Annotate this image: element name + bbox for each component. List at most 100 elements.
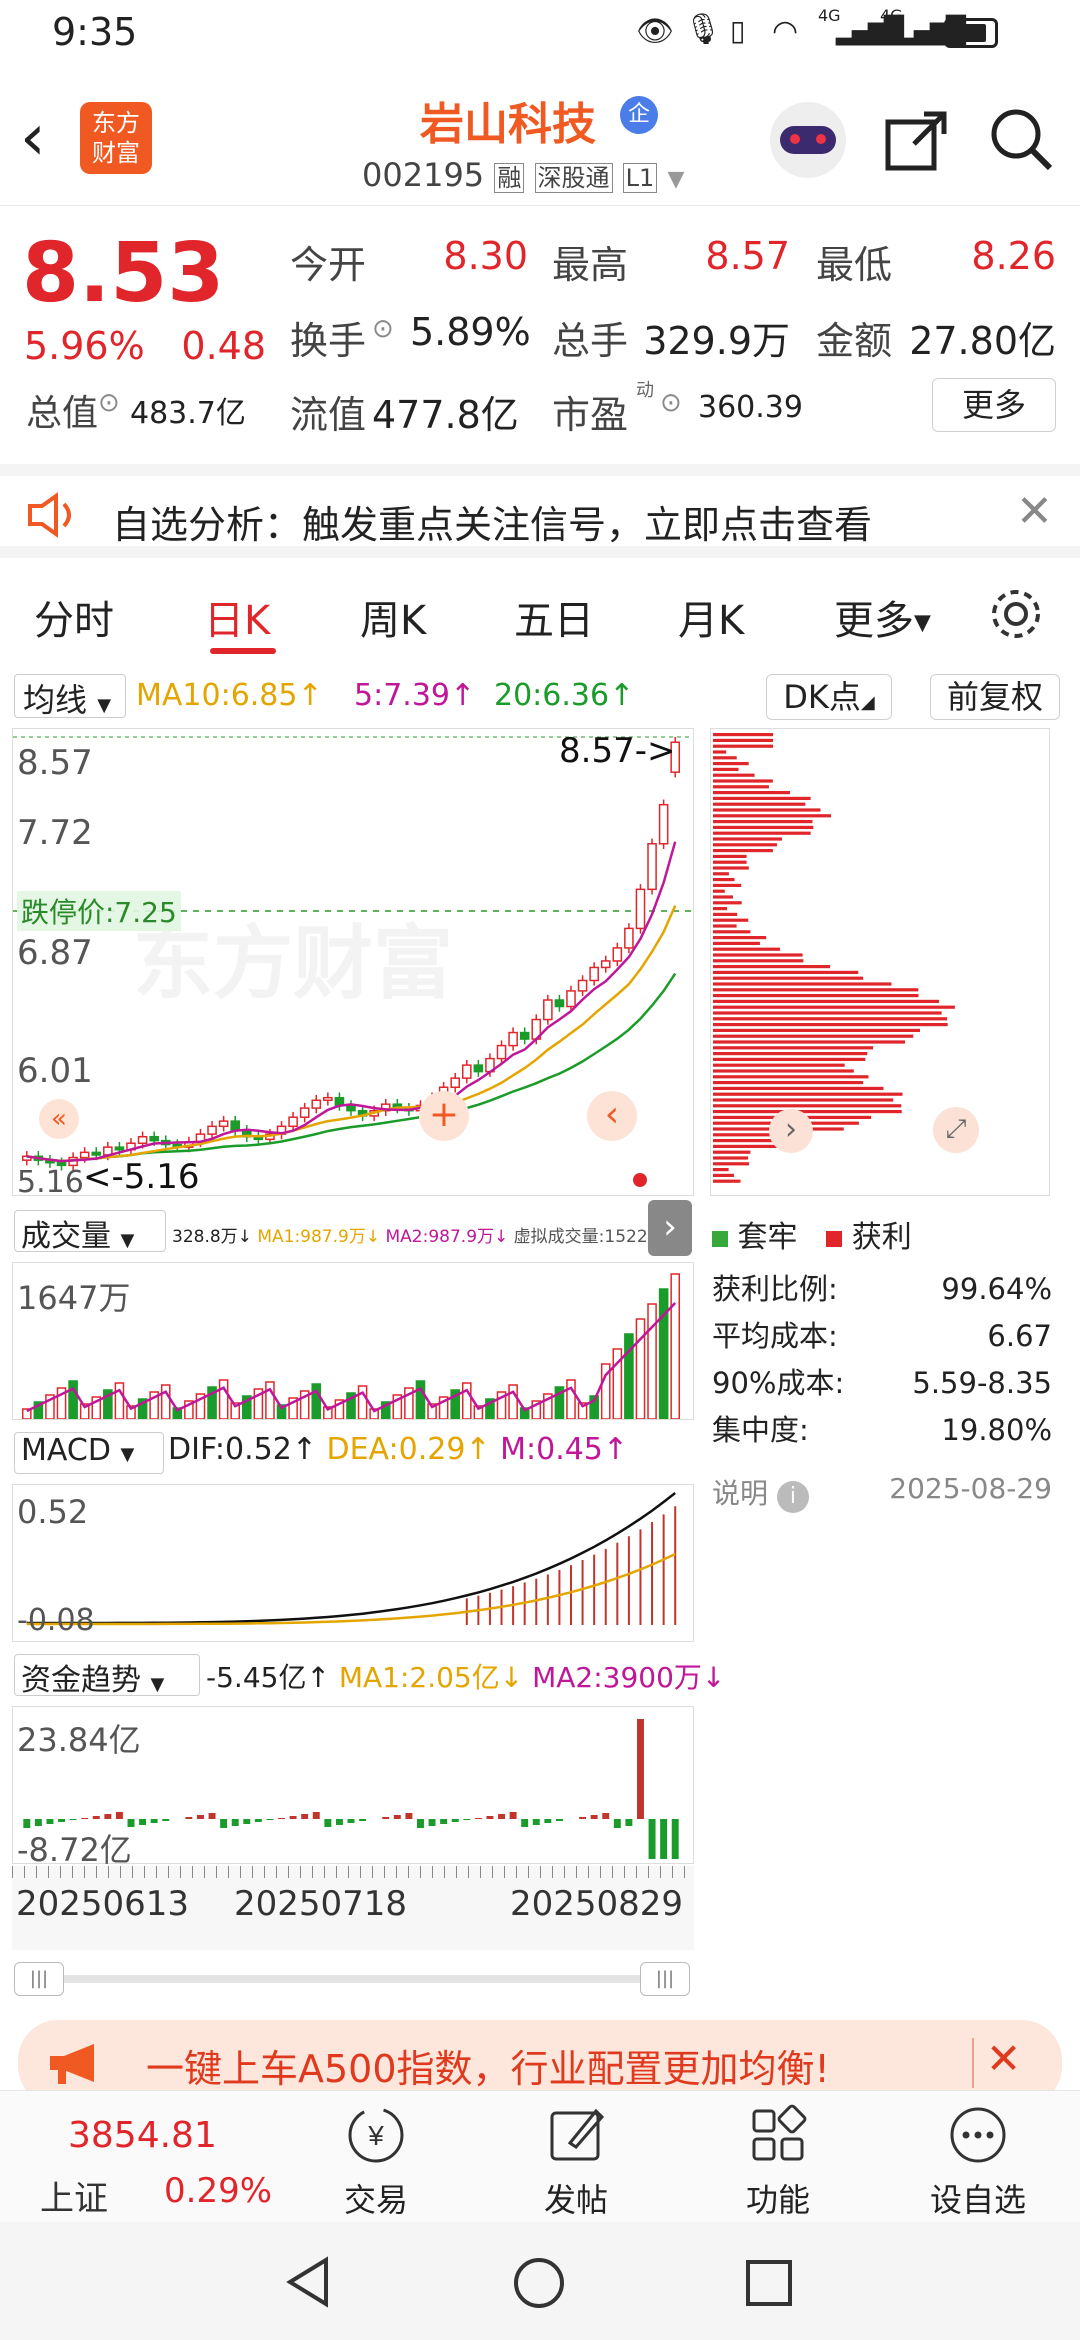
chip-bar xyxy=(713,907,728,911)
search-icon[interactable] xyxy=(988,106,1056,174)
chevron-right-icon[interactable]: › xyxy=(769,1109,813,1153)
volume-bar xyxy=(357,1385,368,1420)
crosshair-icon[interactable]: + xyxy=(419,1091,469,1141)
tab-more[interactable]: 更多▼ xyxy=(834,588,931,646)
fund-bar xyxy=(544,1819,552,1823)
svg-text:¥: ¥ xyxy=(367,2120,384,2151)
macd-selector[interactable]: MACD ▼ xyxy=(14,1432,164,1474)
close-icon[interactable]: ✕ xyxy=(986,2034,1021,2083)
chip-bar xyxy=(713,1092,903,1096)
fund-bar xyxy=(405,1813,413,1819)
tab-intraday[interactable]: 分时 xyxy=(34,588,114,646)
pe-dynamic-mark: 动 xyxy=(636,380,654,401)
high-label: 最高 xyxy=(552,243,629,287)
macd-dea-line xyxy=(26,1552,676,1626)
volume-label: 总手 xyxy=(552,319,629,363)
info-icon[interactable]: ⊙ xyxy=(98,388,120,418)
nav-post[interactable]: 发帖 xyxy=(496,2091,656,2223)
volume-bar xyxy=(508,1384,518,1420)
chip-bar xyxy=(713,773,755,777)
chip-bar xyxy=(713,965,831,969)
nav-watchlist[interactable]: 设自选 xyxy=(898,2091,1058,2223)
range-handle-left[interactable]: ||| xyxy=(14,1962,64,1996)
close-icon[interactable]: ✕ xyxy=(1016,486,1053,537)
float-label: 流值 xyxy=(290,393,367,437)
index-value[interactable]: 3854.81 xyxy=(68,2115,217,2156)
min-marker: <-5.16 xyxy=(83,1157,200,1197)
more-button[interactable]: 更多 xyxy=(932,378,1056,432)
legend-profit: 获利 xyxy=(851,1220,912,1255)
ai-assistant-avatar[interactable] xyxy=(770,102,846,178)
open-label: 今开 xyxy=(290,243,367,287)
stock-name[interactable]: 岩山科技 xyxy=(420,88,596,152)
chip-bar xyxy=(713,843,777,847)
wifi-icon: ◠ xyxy=(772,14,799,49)
info-icon[interactable]: ⊙ xyxy=(372,314,394,344)
fund-chart[interactable]: 23.84亿 -8.72亿 xyxy=(12,1706,694,1869)
chip-distribution[interactable]: › ⤢ xyxy=(710,728,1050,1196)
chip-bar xyxy=(713,872,729,876)
change-percent: 5.96% xyxy=(24,324,145,368)
candle-body xyxy=(461,1064,472,1079)
tab-monthly-k[interactable]: 月K xyxy=(678,588,744,646)
back-triangle-icon[interactable] xyxy=(282,2256,334,2308)
chip-bar xyxy=(713,1057,866,1061)
range-handle-right[interactable]: ||| xyxy=(640,1962,690,1996)
tab-daily-k[interactable]: 日K xyxy=(204,588,270,646)
fund-bar xyxy=(555,1819,563,1821)
info-icon[interactable]: ⊙ xyxy=(660,388,682,418)
macd-chart[interactable]: 0.52 -0.08 xyxy=(12,1484,694,1642)
expand-icon[interactable]: ⤢ xyxy=(933,1107,979,1153)
index-percent[interactable]: 0.29% xyxy=(164,2171,272,2211)
share-icon[interactable] xyxy=(884,108,950,174)
macd-m: M:0.45↑ xyxy=(500,1432,629,1467)
range-slider[interactable]: ||| ||| xyxy=(14,1958,690,1998)
chip-bar xyxy=(713,860,747,864)
volume-bar xyxy=(461,1382,472,1420)
candle-body xyxy=(149,1135,159,1142)
scroll-left-icon[interactable]: ‹ xyxy=(587,1091,637,1141)
back-icon[interactable]: ‹ xyxy=(20,106,46,170)
tab-weekly-k[interactable]: 周K xyxy=(360,588,426,646)
nav-function[interactable]: 功能 xyxy=(698,2091,858,2223)
chip-bar xyxy=(713,1052,868,1056)
chip-bar xyxy=(713,1040,906,1044)
last-price: 8.53 xyxy=(22,226,225,321)
recents-square-icon[interactable] xyxy=(744,2258,794,2308)
nav-function-label: 功能 xyxy=(745,2181,810,2219)
fund-trend-selector[interactable]: 资金趋势 ▼ xyxy=(14,1654,200,1698)
low-value: 8.26 xyxy=(971,234,1056,278)
macd-top-label: 0.52 xyxy=(17,1493,89,1531)
adjust-button[interactable]: 前复权 xyxy=(930,674,1060,720)
candle-body xyxy=(137,1135,148,1144)
chip-bar xyxy=(713,785,769,789)
chip-bar xyxy=(713,849,773,853)
analysis-notice[interactable]: 自选分析：触发重点关注信号，立即点击查看 ✕ xyxy=(0,464,1080,558)
nav-trade[interactable]: ¥ 交易 xyxy=(296,2091,456,2223)
fund-bar xyxy=(301,1814,309,1819)
home-circle-icon[interactable] xyxy=(512,2256,566,2310)
chip-note-row[interactable]: 说明 i 2025-08-29 xyxy=(712,1472,1052,1513)
volume-selector[interactable]: 成交量 ▼ xyxy=(14,1210,166,1254)
gear-icon[interactable] xyxy=(988,586,1044,642)
index-name[interactable]: 上证 xyxy=(40,2171,108,2220)
ma-selector[interactable]: 均线 ▼ xyxy=(14,674,126,719)
fund-bar xyxy=(289,1816,297,1819)
volume-bar xyxy=(311,1383,322,1420)
kline-chart[interactable]: 东方财富 8.57 7.72 6.87 6.01 5.16 跌停价:7.25 8… xyxy=(12,728,694,1200)
expand-panel-icon[interactable]: › xyxy=(648,1200,692,1256)
limit-down-label: 跌停价:7.25 xyxy=(17,891,181,931)
tab-five-day[interactable]: 五日 xyxy=(514,588,594,646)
fund-top-label: 23.84亿 xyxy=(17,1721,141,1759)
stock-code-row[interactable]: 002195 融 深股通 L1 ▼ xyxy=(362,156,684,194)
macd-dif: DIF:0.52↑ xyxy=(168,1432,317,1467)
dk-point-button[interactable]: DK点◢ xyxy=(766,674,892,720)
collapse-left-icon[interactable]: « xyxy=(39,1099,79,1139)
volume-bar xyxy=(670,1273,681,1420)
volume-chart[interactable]: 1647万 xyxy=(12,1262,694,1420)
chip-legend: 套牢 获利 xyxy=(712,1212,912,1256)
candle-body xyxy=(612,947,623,962)
price-tick: 6.01 xyxy=(17,1051,93,1091)
float-value: 477.8亿 xyxy=(372,393,519,437)
candle-body xyxy=(600,960,611,969)
